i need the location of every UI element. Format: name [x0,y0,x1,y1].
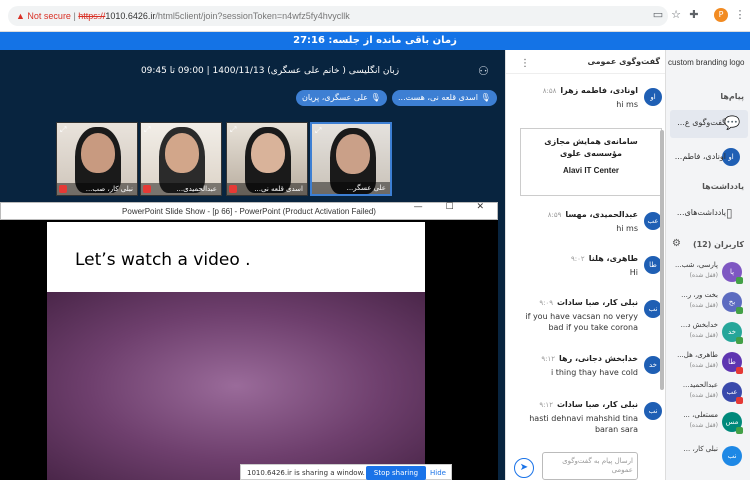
browser-toolbar: ▲ Not secure | https://1010.6426.ir/html… [0,0,750,32]
avatar: نب [722,446,742,466]
message-text: i thing thay have cold [550,368,638,377]
session-info: زبان انگلیسی ( خانم علی عسگری) 1400/11/1… [140,66,400,76]
gear-icon[interactable]: ⚙ [672,238,681,249]
menu-dots-icon[interactable]: ⋮ [734,9,746,21]
sidebar-item-public-chat[interactable]: 💬 گفت‌وگوی ع... [670,110,748,138]
status-icon [736,427,743,434]
powerpoint-window: PowerPoint Slide Show - [p 66] - PowerPo… [0,202,498,480]
message-text: hi ms [616,100,638,109]
notes-icon: ▯ [726,206,733,220]
tile-name: نبلی کار، صب... [57,183,137,195]
user-list-item[interactable]: طا طاهری، هل... (قفل شده) [670,348,750,378]
video-tile[interactable]: ⤢ نبلی کار، صب... [56,122,138,196]
tile-name: علی عسگر... [312,182,390,194]
muted-mic-icon [59,185,67,193]
security-label: Not secure [27,11,71,21]
status-icon [736,397,743,404]
chat-input[interactable]: ارسال پیام به گفت‌وگوی عمومی [542,452,638,480]
user-list-item[interactable]: مس مستعلی، ... (قفل شده) [670,408,750,438]
message-text: Hi [629,268,638,277]
user-list-item[interactable]: خد خدابخش د... (قفل شده) [670,318,750,348]
expand-icon[interactable]: ⤢ [230,125,236,135]
message-text: hi ms [616,224,638,233]
chat-title: گفت‌وگوی عمومی [506,50,666,74]
chat-scrollbar[interactable] [660,130,664,390]
mic-icon: 🎙 [480,93,491,102]
video-tile[interactable]: ⤢ عبدالحمیدی... [140,122,222,196]
expand-icon[interactable]: ⤢ [144,125,150,135]
status-icon [736,277,743,284]
star-icon[interactable]: ☆ [670,9,682,21]
expand-icon[interactable]: ⤢ [60,125,66,135]
sidebar-item-notes[interactable]: ▯ یادداشت‌های... [670,200,748,228]
status-icon [736,337,743,344]
user-list-icon[interactable]: ⚇ [478,64,489,78]
user-list-item[interactable]: پا پارسی، شب... (قفل شده) [670,258,750,288]
tile-name: اسدی قلعه نی... [227,183,307,195]
address-bar[interactable]: ▲ Not secure | https://1010.6426.ir/html… [8,6,668,26]
user-list-item[interactable]: عب عبدالحمید... (قفل شده) [670,378,750,408]
muted-mic-icon [229,185,237,193]
message-text: if you have vacsan no veryy bad if you t… [525,312,638,332]
status-icon [736,367,743,374]
window-controls[interactable]: — ☐ ✕ [414,202,494,212]
messages-heading: پیام‌ها [720,92,744,101]
sidebar-item-private-chat[interactable]: او اونادی، فاطم... [670,144,748,172]
message-text: hasti dehnavi mahshid tina baran sara [529,414,638,434]
branding-logo: custom branding logo [668,58,745,67]
send-icon[interactable]: ➤ [514,458,534,478]
muted-mic-icon [143,185,151,193]
slide: Let’s watch a video . [47,222,425,480]
session-timer: زمان باقی مانده از جلسه: 27:16 [0,32,750,50]
extension-icon[interactable]: ✚ [688,9,700,21]
chat-panel: گفت‌وگوی عمومی ⋮ او اونادی، فاطمه زهرا۸:… [505,50,666,480]
talking-chip: 🎙 اسدی قلعه نی، هست... [392,90,497,106]
chat-bubble-icon: 💬 [724,116,741,131]
user-list-item[interactable]: بخ بخت ور، ر... (قفل شده) [670,288,750,318]
stop-sharing-button[interactable]: Stop sharing [366,466,426,480]
avatar: او [644,88,662,106]
cast-icon[interactable]: ▭ [652,9,664,21]
video-tile[interactable]: ⤢ علی عسگر... [310,122,392,196]
avatar: نب [644,402,662,420]
user-list-item[interactable]: نب نبلی کار، ... [670,442,750,472]
url-path: /html5client/join?sessionToken=n4wfz5fy4… [155,11,350,21]
video-tile[interactable]: ⤢ اسدی قلعه نی... [226,122,308,196]
slide-image [47,292,425,480]
tile-name: عبدالحمیدی... [141,183,221,195]
expand-icon[interactable]: ⤢ [315,126,321,136]
url-scheme: https:// [78,11,106,21]
notes-heading: یادداشت‌ها [702,182,744,191]
mic-icon: 🎙 [370,93,381,102]
more-options-icon[interactable]: ⋮ [520,58,530,69]
users-heading: کاربران (12) [692,240,744,249]
system-message: سامانه‌ی همایش مجازی مؤسسه‌ی علوی Alavi … [520,128,662,196]
profile-avatar[interactable]: P [714,8,728,22]
hide-button[interactable]: Hide [430,466,446,480]
talking-chip: 🎙 علی عسگری، پریان [296,90,387,106]
user-sidebar: custom branding logo پیام‌ها 💬 گفت‌وگوی … [665,50,750,480]
warning-icon: ▲ [16,11,28,21]
status-icon [736,307,743,314]
slide-title: Let’s watch a video . [75,250,251,270]
url-host: 1010.6426.ir [105,11,156,21]
